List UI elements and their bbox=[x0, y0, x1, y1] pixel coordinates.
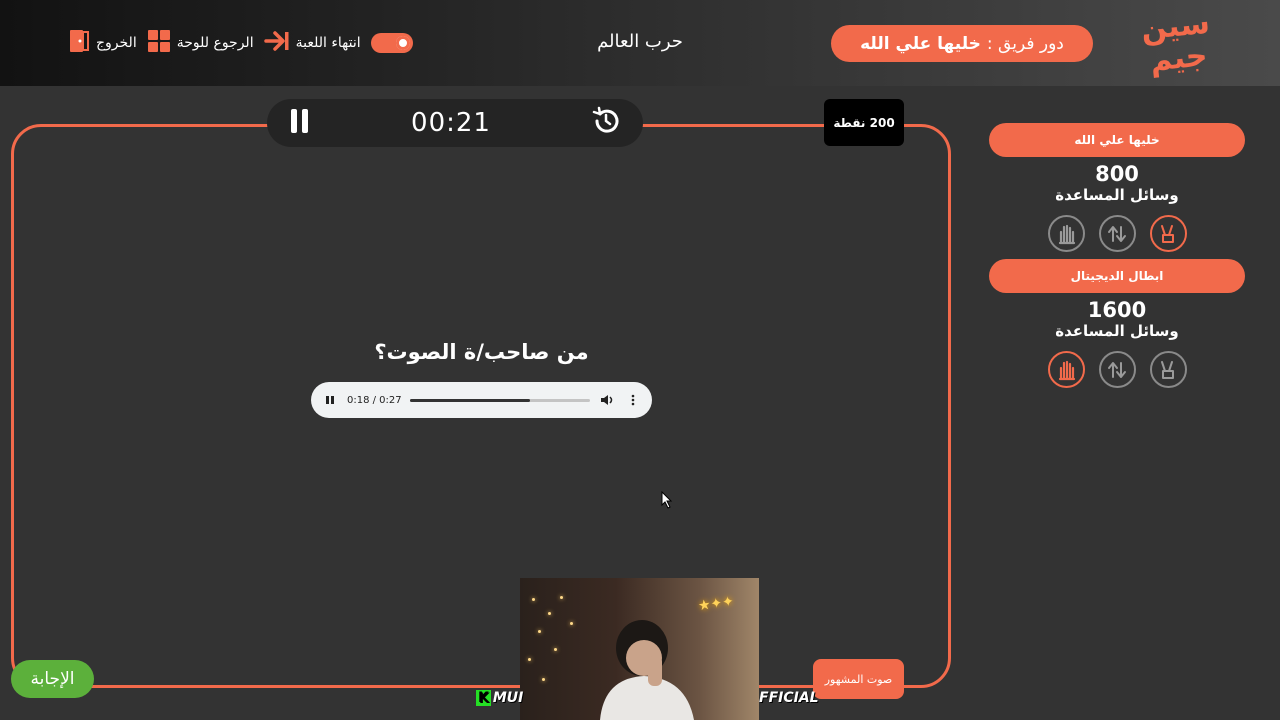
webcam-label-left: K MUI bbox=[476, 690, 523, 706]
logo-graphic: سين جيم bbox=[1139, 6, 1211, 79]
answer-button[interactable]: الإجابة bbox=[11, 660, 94, 698]
reset-timer-button[interactable] bbox=[591, 106, 621, 140]
webcam-overlay: ★✦✦ bbox=[520, 578, 759, 720]
history-icon bbox=[592, 106, 619, 133]
peace-hand-icon[interactable] bbox=[1149, 215, 1187, 252]
svg-text:جيم: جيم bbox=[1148, 38, 1209, 79]
helpers-label: وسائل المساعدة bbox=[1055, 322, 1179, 340]
turn-label: دور فريق : bbox=[986, 33, 1064, 54]
arrow-to-line-icon bbox=[263, 30, 290, 56]
team-panel-2: ابطال الديجيتال 1600 وسائل المساعدة bbox=[989, 259, 1245, 388]
team-name: خليها علي الله bbox=[989, 123, 1245, 157]
team-score: 800 bbox=[1095, 162, 1139, 186]
more-vert-icon bbox=[631, 394, 635, 406]
webcam-label-left-text: MUI bbox=[492, 690, 524, 706]
exit-door-icon bbox=[68, 29, 90, 57]
swap-arrows-icon[interactable] bbox=[1098, 215, 1136, 252]
team-name: ابطال الديجيتال bbox=[989, 259, 1245, 293]
helpers-label: وسائل المساعدة bbox=[1055, 186, 1179, 204]
audio-progress bbox=[409, 398, 530, 402]
team-panel-1: خليها علي الله 800 وسائل المساعدة bbox=[989, 123, 1245, 252]
category-button[interactable]: صوت المشهور bbox=[813, 659, 904, 699]
audio-pause-button[interactable] bbox=[321, 391, 339, 409]
team-score: 1600 bbox=[1087, 298, 1147, 322]
webcam-badge: K bbox=[476, 690, 491, 706]
exit-button[interactable]: الخروج bbox=[68, 29, 137, 57]
pause-button[interactable] bbox=[289, 108, 311, 138]
pause-icon bbox=[291, 109, 308, 133]
points-badge: 200 نقطة bbox=[824, 99, 904, 146]
question-text: من صاحب/ة الصوت؟ bbox=[374, 340, 589, 364]
top-bar: سين جيم دور فريق : خليها علي الله حرب ال… bbox=[0, 0, 1280, 86]
game-title: حرب العالم bbox=[597, 31, 683, 52]
peace-hand-icon[interactable] bbox=[1149, 351, 1187, 388]
stop-hand-icon[interactable] bbox=[1047, 351, 1085, 388]
logo: سين جيم bbox=[1139, 5, 1216, 80]
timer-bar: 00:21 bbox=[267, 99, 643, 147]
audio-player[interactable]: 0:18 / 0:27 bbox=[311, 382, 652, 418]
exit-label: الخروج bbox=[96, 35, 137, 51]
volume-button[interactable] bbox=[598, 391, 616, 409]
stop-hand-icon[interactable] bbox=[1047, 215, 1085, 252]
more-options-button[interactable] bbox=[624, 391, 642, 409]
back-to-board-button[interactable]: الرجوع للوحة bbox=[147, 29, 254, 57]
volume-icon bbox=[601, 395, 613, 405]
streamer-figure bbox=[600, 620, 694, 720]
audio-time: 0:18 / 0:27 bbox=[347, 394, 402, 406]
timer-display: 00:21 bbox=[411, 108, 491, 138]
end-game-label: انتهاء اللعبة bbox=[295, 35, 361, 51]
theme-toggle[interactable] bbox=[370, 33, 413, 53]
swap-arrows-icon[interactable] bbox=[1098, 351, 1136, 388]
webcam-label-right: FFICIAL bbox=[759, 690, 819, 706]
pause-icon bbox=[326, 396, 334, 404]
back-to-board-label: الرجوع للوحة bbox=[176, 35, 254, 51]
turn-team-name: خليها علي الله bbox=[860, 33, 981, 54]
end-game-button[interactable]: انتهاء اللعبة bbox=[263, 30, 361, 56]
top-actions: الخروج الرجوع للوحة انتهاء اللعبة bbox=[68, 28, 413, 58]
mouse-cursor-icon bbox=[661, 491, 673, 509]
current-turn-pill: دور فريق : خليها علي الله bbox=[831, 25, 1093, 62]
grid-icon bbox=[147, 29, 171, 57]
helpers-row bbox=[989, 351, 1245, 388]
helpers-row bbox=[989, 215, 1245, 252]
audio-seek-bar[interactable] bbox=[409, 398, 590, 402]
neon-sign: ★✦✦ bbox=[697, 593, 735, 615]
